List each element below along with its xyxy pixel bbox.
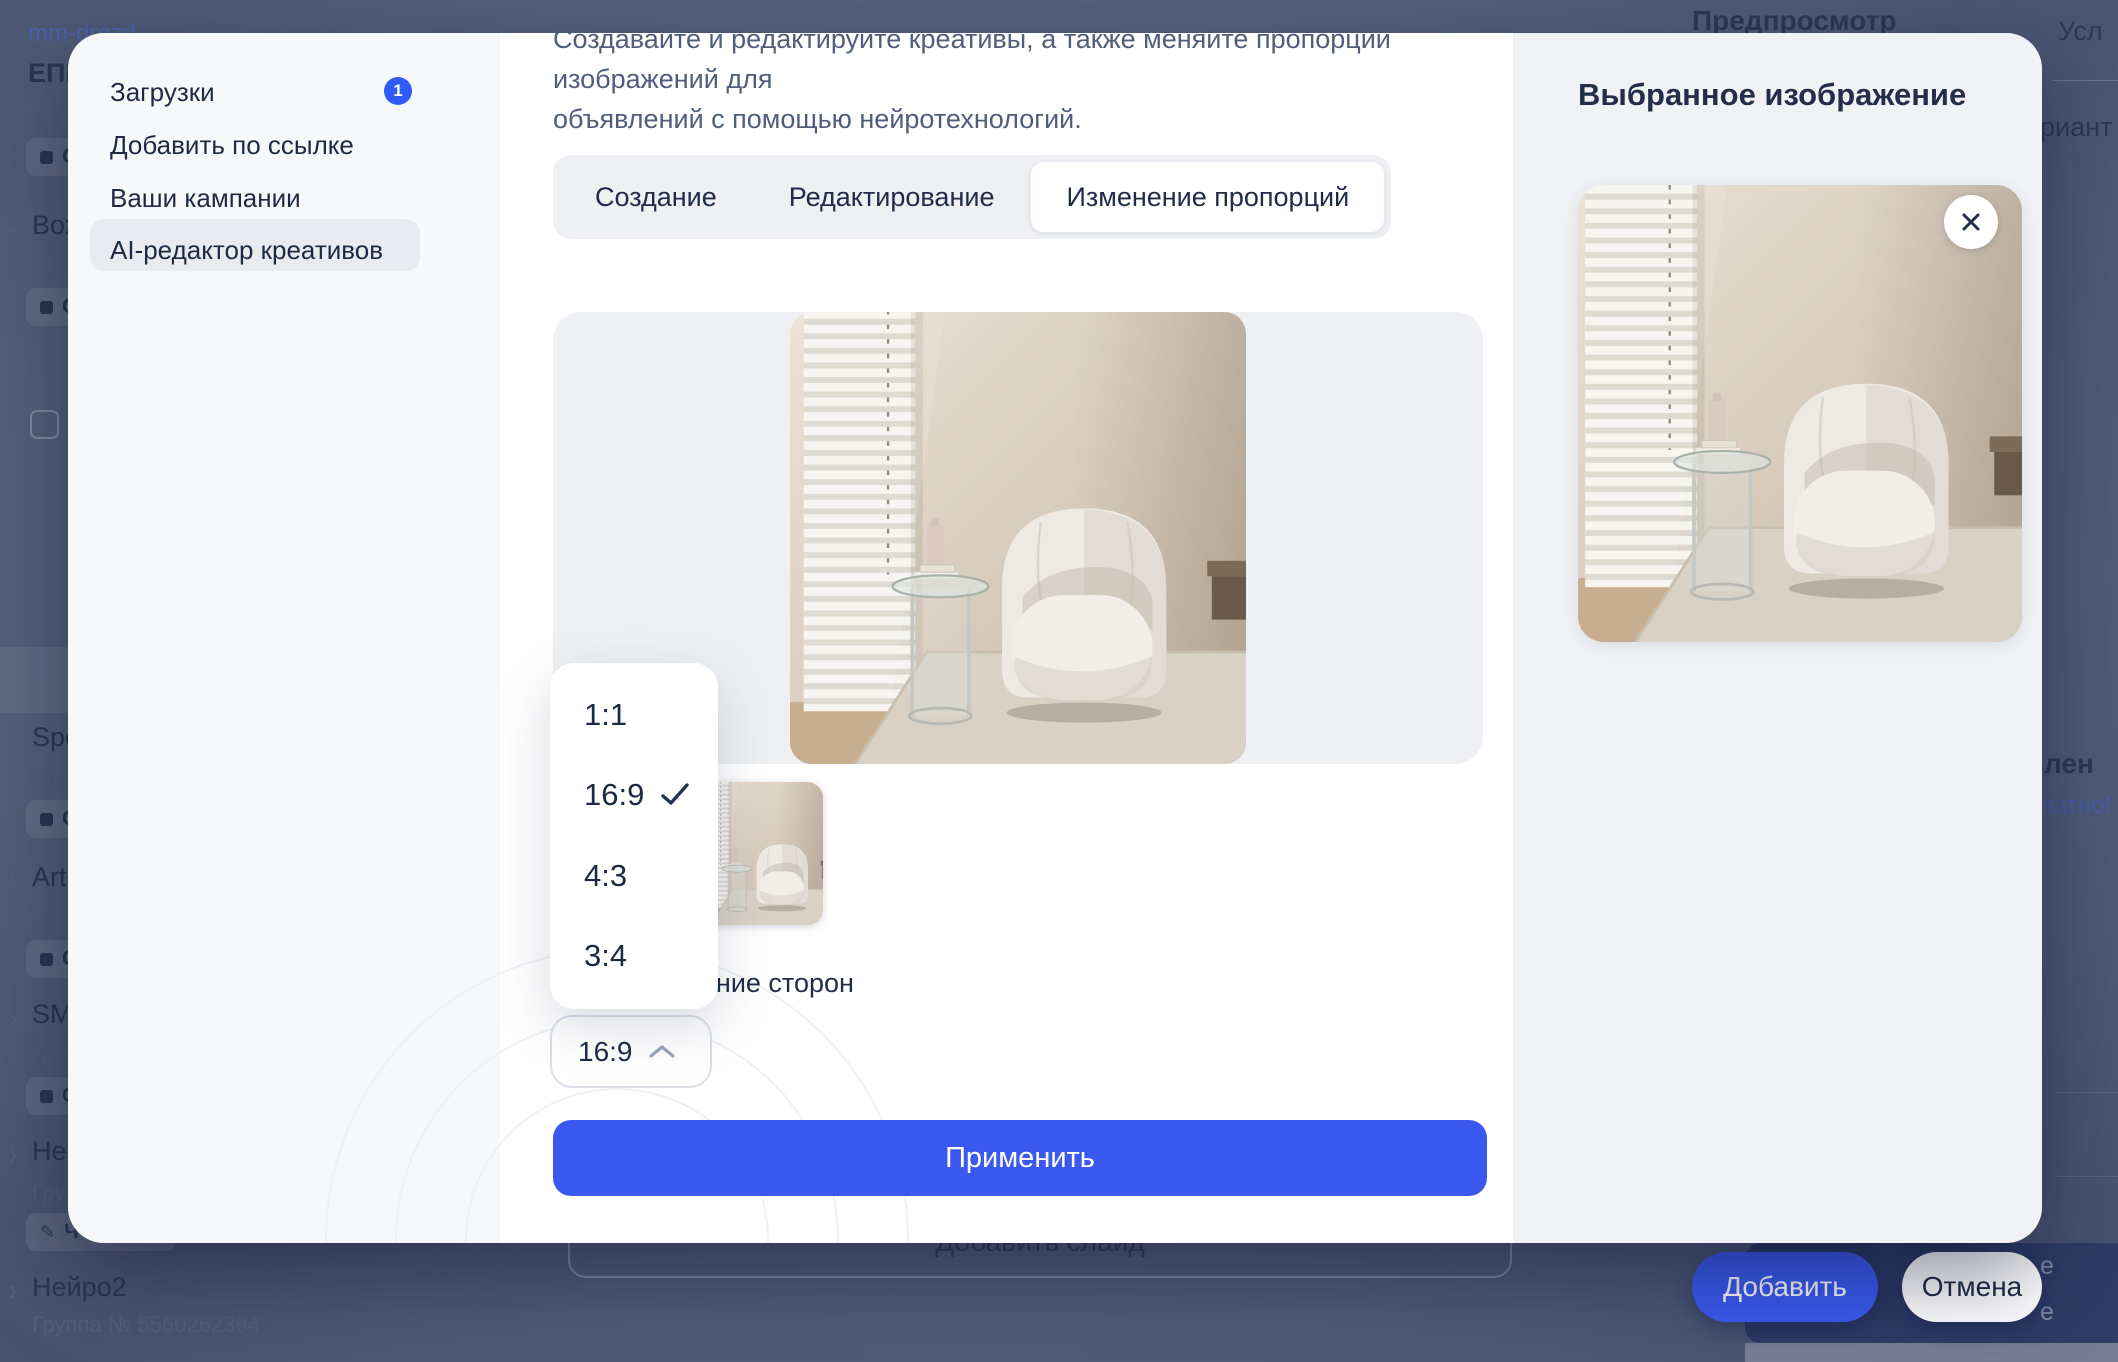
check-icon (660, 782, 690, 808)
variant-fragment: риант (2040, 112, 2112, 143)
free-label-fragment: латно! (2040, 792, 2111, 820)
cancel-button[interactable]: Отмена (1902, 1252, 2042, 1322)
modal-content: Создавайте и редактируйте креативы, а та… (500, 33, 1513, 1243)
option-16-9[interactable]: 16:9 (550, 765, 718, 825)
chevron-down-icon[interactable]: › (0, 224, 28, 234)
sidebar-item-uploads[interactable]: Загрузки (110, 77, 215, 108)
aspect-ratio-dropdown: 1:1 16:9 4:3 3:4 (550, 663, 718, 1009)
chevron-right-icon[interactable]: › (8, 726, 18, 756)
tab-creation[interactable]: Создание (559, 161, 753, 233)
sidebar-item-ai-editor[interactable]: AI-редактор креативов (110, 235, 383, 266)
heading-fragment: лен (2044, 748, 2094, 780)
uploads-count-badge: 1 (384, 77, 412, 105)
footer-strip (1745, 1343, 2118, 1362)
group-title[interactable]: Art (32, 862, 67, 893)
status-square-icon (40, 1090, 53, 1103)
group-subtitle: Группа № 5560262394 (32, 1312, 260, 1338)
add-button[interactable]: Добавить (1692, 1252, 1878, 1322)
chevron-right-icon[interactable]: › (8, 1276, 18, 1306)
pencil-icon: ✎ (40, 1222, 55, 1243)
status-square-icon (40, 151, 53, 164)
selected-image (1578, 185, 2022, 642)
footer-bar-fragment: е (2040, 1252, 2054, 1281)
sidebar-item-add-by-link[interactable]: Добавить по ссылке (110, 130, 354, 161)
tab-editing[interactable]: Редактирование (753, 161, 1031, 233)
group-title[interactable]: Не (32, 1136, 67, 1167)
status-square-icon (40, 813, 53, 826)
editor-tabs: Создание Редактирование Изменение пропор… (553, 155, 1391, 239)
footer-bar-fragment: е (2040, 1298, 2054, 1327)
chevron-right-icon[interactable]: › (8, 1140, 18, 1170)
selected-image-card (1578, 185, 2022, 642)
aspect-ratio-value: 16:9 (578, 1036, 633, 1068)
option-4-3[interactable]: 4:3 (550, 846, 718, 906)
group-title[interactable]: SM (32, 999, 73, 1030)
sidebar-item-your-campaigns[interactable]: Ваши кампании (110, 183, 301, 214)
row-checkbox[interactable] (30, 410, 59, 439)
ai-creative-editor-modal: Загрузки 1 Добавить по ссылке Ваши кампа… (68, 33, 2042, 1243)
divider (2052, 80, 2118, 81)
main-image (790, 312, 1246, 764)
top-right-fragment: Усл (2058, 16, 2103, 47)
status-square-icon (40, 301, 53, 314)
remove-image-button[interactable] (1944, 195, 1998, 249)
divider (2056, 1092, 2118, 1093)
divider (2056, 1176, 2118, 1177)
apply-button[interactable]: Применить (553, 1120, 1487, 1196)
chevron-up-icon (647, 1043, 677, 1061)
chevron-right-icon[interactable]: › (8, 866, 18, 896)
modal-sidebar: Загрузки 1 Добавить по ссылке Ваши кампа… (68, 33, 500, 1243)
aspect-ratio-select[interactable]: 16:9 (550, 1015, 712, 1088)
tab-change-proportions[interactable]: Изменение пропорций (1030, 161, 1385, 233)
selected-image-title: Выбранное изображение (1578, 77, 1966, 113)
status-square-icon (40, 953, 53, 966)
option-3-4[interactable]: 3:4 (550, 926, 718, 986)
image-thumbnail[interactable] (700, 782, 823, 925)
selected-image-panel: Выбранное изображение (1513, 33, 2042, 1243)
chevron-right-icon[interactable]: › (8, 1003, 18, 1033)
editor-description: Создавайте и редактируйте креативы, а та… (553, 33, 1483, 139)
option-1-1[interactable]: 1:1 (550, 685, 718, 745)
group-title[interactable]: Нейро2 (32, 1272, 127, 1303)
close-icon (1959, 210, 1983, 234)
